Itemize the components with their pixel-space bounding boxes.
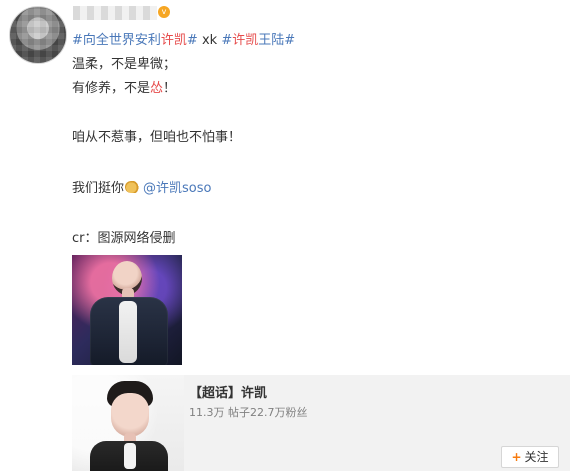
follow-label: 关注 bbox=[524, 450, 549, 464]
supertopic-stats: 11.3万 帖子22.7万粉丝 bbox=[189, 406, 308, 419]
post-line-2: 有修养，不是怂！ bbox=[72, 80, 176, 98]
hashtag-1-name[interactable]: 许凯 bbox=[161, 33, 187, 48]
user-avatar[interactable] bbox=[9, 6, 67, 64]
post-line-3: 咱从不惹事，但咱也不怕事！ bbox=[72, 130, 242, 145]
thumb-face bbox=[111, 393, 149, 437]
post-image[interactable] bbox=[72, 255, 182, 365]
flexed-biceps-icon bbox=[125, 181, 142, 193]
post-line-2-text: 有修养，不是 bbox=[72, 81, 151, 96]
post-line-4: 我们挺你 @许凯soso bbox=[72, 180, 211, 198]
supertopic-title[interactable]: 【超话】许凯 bbox=[189, 382, 267, 401]
post-line-4-text: 我们挺你 bbox=[72, 181, 125, 196]
follow-button[interactable]: + 关注 bbox=[501, 446, 559, 468]
supertopic-thumbnail[interactable] bbox=[72, 375, 184, 471]
post-line-1: 温柔，不是卑微； bbox=[72, 57, 177, 72]
hashtag-2-name[interactable]: 许凯 bbox=[232, 33, 258, 48]
hashtag-2-end[interactable]: 王陆# bbox=[258, 33, 295, 48]
verified-badge: v bbox=[158, 6, 170, 18]
mention-link[interactable]: @许凯soso bbox=[143, 181, 211, 196]
thumb-shirt bbox=[124, 443, 136, 469]
post-line-5: cr：图源网络侵删 bbox=[72, 231, 176, 246]
post-line-2-highlight: 怂 bbox=[150, 81, 164, 96]
photo-shirt bbox=[119, 301, 137, 363]
hashtag-1-prefix[interactable]: #向全世界安利 bbox=[72, 33, 161, 48]
hashtag-1-end[interactable]: # bbox=[187, 33, 198, 48]
username-blurred[interactable] bbox=[73, 6, 157, 20]
post-line-2-end: ！ bbox=[163, 81, 177, 96]
hashtag-line: #向全世界安利许凯# xk #许凯王陆# bbox=[72, 32, 295, 50]
hashtag-2-start[interactable]: # bbox=[221, 33, 232, 48]
hashtag-mid-text: xk bbox=[201, 33, 218, 48]
plus-icon: + bbox=[511, 450, 522, 464]
